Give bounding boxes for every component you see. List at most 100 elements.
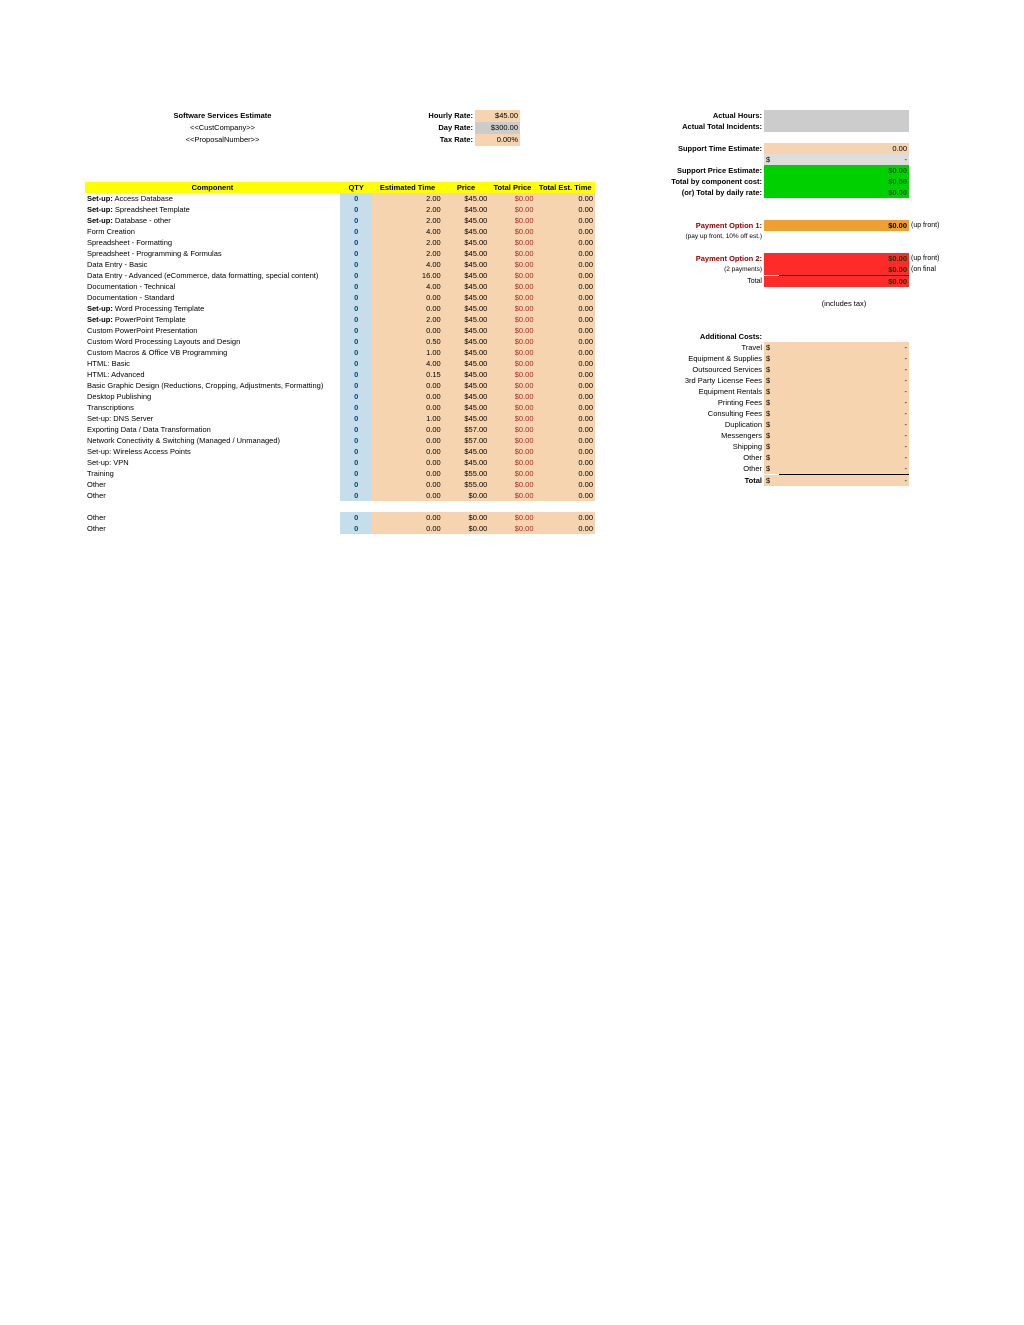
price-cell: $45.00 bbox=[443, 391, 490, 402]
component-name: Set-up: Spreadsheet Template bbox=[85, 204, 340, 215]
tprice-cell: $0.00 bbox=[489, 292, 535, 303]
addcost-value: - bbox=[779, 419, 909, 430]
support-dollar-value: - bbox=[779, 154, 909, 165]
qty-cell: 0 bbox=[340, 270, 372, 281]
est-cell: 2.00 bbox=[372, 204, 442, 215]
addcost-sym: $ bbox=[764, 430, 779, 441]
price-cell: $45.00 bbox=[443, 457, 490, 468]
qty-cell: 0 bbox=[340, 292, 372, 303]
actual-incidents-value[interactable] bbox=[779, 121, 909, 132]
est-cell: 0.00 bbox=[372, 402, 442, 413]
support-estimate-block: Support Time Estimate: 0.00 $ - bbox=[599, 143, 959, 165]
price-cell: $45.00 bbox=[443, 358, 490, 369]
qty-cell: 0 bbox=[340, 237, 372, 248]
addcosts-total-label: Total bbox=[599, 475, 764, 486]
pay2-label: Payment Option 2: bbox=[599, 253, 764, 264]
component-name: Set-up: Word Processing Template bbox=[85, 303, 340, 314]
component-name: Set-up: Access Database bbox=[85, 193, 340, 204]
col-qty: QTY bbox=[340, 182, 372, 193]
ttime-cell: 0.00 bbox=[536, 490, 595, 501]
support-time-label: Support Time Estimate: bbox=[599, 143, 764, 154]
addcost-label: Messengers bbox=[599, 430, 764, 441]
qty-cell: 0 bbox=[340, 523, 372, 534]
table-row: Spreadsheet - Programming & Formulas02.0… bbox=[85, 248, 595, 259]
ttime-cell: 0.00 bbox=[536, 204, 595, 215]
hourly-rate-label: Hourly Rate: bbox=[405, 110, 475, 122]
qty-cell: 0 bbox=[340, 424, 372, 435]
addcost-value: - bbox=[779, 430, 909, 441]
ttime-cell: 0.00 bbox=[536, 479, 595, 490]
addcost-sym: $ bbox=[764, 397, 779, 408]
ttime-cell: 0.00 bbox=[536, 336, 595, 347]
col-est-time: Estimated Time bbox=[372, 182, 442, 193]
tprice-cell: $0.00 bbox=[489, 204, 535, 215]
ttime-cell: 0.00 bbox=[536, 292, 595, 303]
includes-tax-note: (includes tax) bbox=[779, 298, 909, 309]
component-name: Set-up: VPN bbox=[85, 457, 340, 468]
qty-cell: 0 bbox=[340, 391, 372, 402]
pay2-sub: (2 payments) bbox=[599, 264, 764, 275]
qty-cell: 0 bbox=[340, 314, 372, 325]
qty-cell: 0 bbox=[340, 215, 372, 226]
price-cell: $0.00 bbox=[443, 523, 490, 534]
table-row: Documentation - Technical04.00$45.00$0.0… bbox=[85, 281, 595, 292]
price-cell: $45.00 bbox=[443, 369, 490, 380]
ttime-cell: 0.00 bbox=[536, 468, 595, 479]
price-cell: $45.00 bbox=[443, 270, 490, 281]
tprice-cell: $0.00 bbox=[489, 402, 535, 413]
addcost-row: Outsourced Services$- bbox=[599, 364, 959, 375]
est-cell: 4.00 bbox=[372, 259, 442, 270]
addcost-sym: $ bbox=[764, 386, 779, 397]
tprice-cell: $0.00 bbox=[489, 413, 535, 424]
addcost-row: Printing Fees$- bbox=[599, 397, 959, 408]
ttime-cell: 0.00 bbox=[536, 402, 595, 413]
qty-cell: 0 bbox=[340, 303, 372, 314]
tprice-cell: $0.00 bbox=[489, 215, 535, 226]
table-row: Set-up: DNS Server01.00$45.00$0.000.00 bbox=[85, 413, 595, 424]
est-cell: 0.00 bbox=[372, 435, 442, 446]
addcost-sym: $ bbox=[764, 452, 779, 463]
component-name: Other bbox=[85, 523, 340, 534]
tprice-cell: $0.00 bbox=[489, 490, 535, 501]
totals-block: Support Price Estimate: $0.00 Total by c… bbox=[599, 165, 959, 198]
est-cell: 0.00 bbox=[372, 490, 442, 501]
table-row: Other00.00$0.00$0.000.00 bbox=[85, 512, 595, 523]
addcost-sym: $ bbox=[764, 353, 779, 364]
est-cell: 0.00 bbox=[372, 325, 442, 336]
ttime-cell: 0.00 bbox=[536, 303, 595, 314]
addcost-sym: $ bbox=[764, 342, 779, 353]
qty-cell: 0 bbox=[340, 402, 372, 413]
addcost-sym: $ bbox=[764, 419, 779, 430]
addcosts-total-sym: $ bbox=[764, 475, 779, 486]
qty-cell: 0 bbox=[340, 204, 372, 215]
estimate-sheet: { "header": { "title": "Software Service… bbox=[0, 0, 1024, 574]
ttime-cell: 0.00 bbox=[536, 248, 595, 259]
tprice-cell: $0.00 bbox=[489, 270, 535, 281]
component-name: Custom Word Processing Layouts and Desig… bbox=[85, 336, 340, 347]
pay2-total-value: $0.00 bbox=[779, 276, 909, 287]
addcost-row: Travel$- bbox=[599, 342, 959, 353]
support-price-label: Support Price Estimate: bbox=[599, 165, 764, 176]
addcost-label: Other bbox=[599, 463, 764, 474]
addcost-label: Printing Fees bbox=[599, 397, 764, 408]
actual-hours-value[interactable] bbox=[779, 110, 909, 121]
table-row bbox=[85, 501, 595, 512]
est-cell: 4.00 bbox=[372, 358, 442, 369]
addcost-sym: $ bbox=[764, 463, 779, 474]
tprice-cell: $0.00 bbox=[489, 523, 535, 534]
tprice-cell: $0.00 bbox=[489, 424, 535, 435]
price-cell: $45.00 bbox=[443, 193, 490, 204]
pay2-total-label: Total bbox=[599, 276, 764, 287]
additional-costs-total: Total $ - bbox=[599, 475, 959, 486]
tprice-cell: $0.00 bbox=[489, 380, 535, 391]
table-row: Set-up: Wireless Access Points00.00$45.0… bbox=[85, 446, 595, 457]
component-name: HTML: Advanced bbox=[85, 369, 340, 380]
tprice-cell: $0.00 bbox=[489, 336, 535, 347]
tprice-cell: $0.00 bbox=[489, 446, 535, 457]
est-cell: 1.00 bbox=[372, 413, 442, 424]
qty-cell: 0 bbox=[340, 226, 372, 237]
component-name: Documentation - Standard bbox=[85, 292, 340, 303]
qty-cell: 0 bbox=[340, 336, 372, 347]
tprice-cell: $0.00 bbox=[489, 369, 535, 380]
table-row: HTML: Advanced00.15$45.00$0.000.00 bbox=[85, 369, 595, 380]
